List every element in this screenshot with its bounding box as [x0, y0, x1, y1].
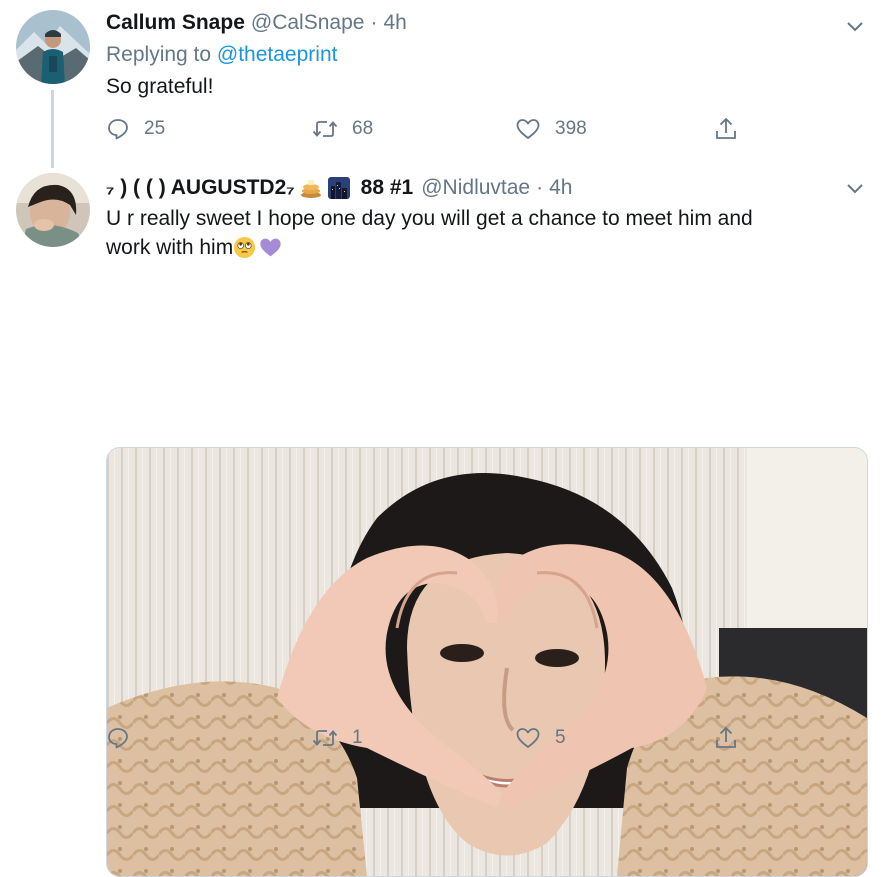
- chevron-down-icon[interactable]: [843, 14, 867, 38]
- like-count: 398: [555, 118, 587, 139]
- tweet-text-line-2-text: work with him: [106, 236, 234, 259]
- reply-count: 25: [144, 118, 166, 139]
- retweet-icon: [312, 730, 338, 746]
- reply-button[interactable]: [106, 726, 144, 750]
- heart-icon: [516, 728, 540, 748]
- tweet-photo[interactable]: [106, 447, 868, 877]
- retweet-button[interactable]: 1: [312, 726, 363, 750]
- share-button[interactable]: [713, 116, 739, 142]
- tweet-header: ₇ ) ( ( ) AUGUSTD2₇ 88 #1 @Nidluvtae · 4…: [106, 175, 572, 201]
- heart-icon: [516, 119, 540, 139]
- retweet-count: 68: [352, 118, 374, 139]
- replying-to: Replying to @thetaeprint: [106, 42, 337, 68]
- tweet-text-line-2: work with him: [106, 233, 856, 262]
- reply-icon: [108, 119, 128, 140]
- tweet-text: So grateful!: [106, 75, 214, 98]
- username[interactable]: @CalSnape: [251, 10, 365, 36]
- retweet-button[interactable]: 68: [312, 117, 373, 141]
- timestamp[interactable]: 4h: [549, 175, 572, 201]
- tweet-nidluvtae[interactable]: ₇ ) ( ( ) AUGUSTD2₇ 88 #1 @Nidluvtae · 4…: [0, 170, 890, 877]
- heart-hands-photo-icon: [107, 448, 867, 876]
- display-name-suffix[interactable]: 88 #1: [361, 175, 414, 201]
- like-button[interactable]: 398: [515, 117, 587, 141]
- share-icon: [716, 726, 736, 748]
- share-icon: [716, 117, 736, 139]
- retweet-count: 1: [352, 727, 363, 748]
- separator-dot: ·: [370, 11, 378, 34]
- timestamp[interactable]: 4h: [383, 10, 406, 36]
- reply-button[interactable]: 25: [106, 117, 165, 141]
- username[interactable]: @Nidluvtae: [421, 175, 530, 201]
- separator-dot: ·: [536, 176, 544, 199]
- replying-prefix: Replying to: [106, 43, 212, 66]
- display-name[interactable]: Callum Snape: [106, 10, 245, 36]
- chevron-down-icon[interactable]: [843, 176, 867, 200]
- purple-heart-icon: [260, 238, 281, 257]
- pancake-emoji-icon: [300, 180, 321, 198]
- like-count: 5: [555, 727, 566, 748]
- face-emoji-icon: [234, 236, 256, 259]
- avatar[interactable]: [16, 173, 90, 247]
- share-button[interactable]: [713, 725, 739, 751]
- avatar[interactable]: [16, 10, 90, 84]
- retweet-icon: [312, 121, 338, 137]
- display-name-prefix[interactable]: ₇ ) ( ( ) AUGUSTD2₇: [106, 175, 295, 201]
- tweet-text-line-1: U r really sweet I hope one day you will…: [106, 207, 753, 230]
- tweet-callum[interactable]: Callum Snape @CalSnape · 4h Replying to …: [0, 0, 890, 170]
- tweet-text: U r really sweet I hope one day you will…: [106, 204, 856, 262]
- thread-line: [51, 90, 54, 168]
- like-button[interactable]: 5: [515, 726, 566, 750]
- reply-icon: [108, 728, 128, 749]
- tweet-header: Callum Snape @CalSnape · 4h: [106, 10, 407, 36]
- city-night-emoji-icon: [327, 177, 350, 199]
- mention-link[interactable]: @thetaeprint: [217, 43, 338, 66]
